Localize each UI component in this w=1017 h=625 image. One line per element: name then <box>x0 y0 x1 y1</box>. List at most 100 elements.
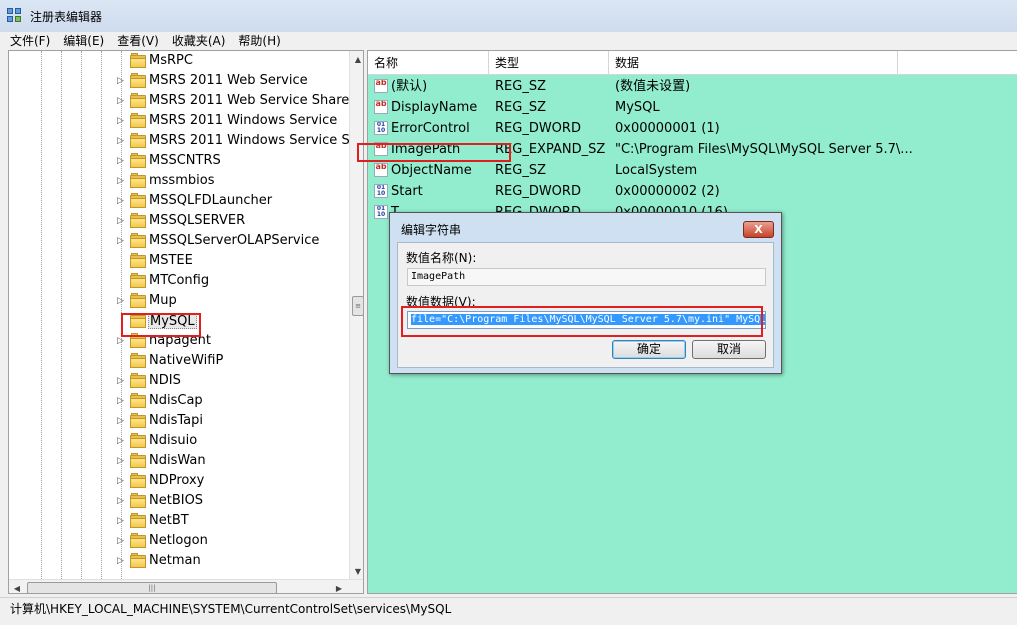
value-type: REG_SZ <box>495 100 546 115</box>
expand-arrow-icon[interactable]: ▷ <box>117 215 127 227</box>
tree-item[interactable]: ▷ Netlogon <box>9 531 349 551</box>
tree-item[interactable]: ▷ MSSQLServerOLAPService <box>9 231 349 251</box>
expand-arrow-icon[interactable]: ▷ <box>117 395 127 407</box>
tree-item[interactable]: ▷ Ndisuio <box>9 431 349 451</box>
cancel-button[interactable]: 取消 <box>692 340 766 359</box>
folder-icon <box>130 473 148 488</box>
tree-item[interactable]: ▷ NdisTapi <box>9 411 349 431</box>
expand-arrow-icon[interactable]: ▷ <box>117 115 127 127</box>
tree-item-label: mssmbios <box>149 173 215 188</box>
tree-item[interactable]: ▷ NetBIOS <box>9 491 349 511</box>
scroll-left-arrow-icon[interactable]: ◀ <box>9 580 25 593</box>
folder-icon <box>130 193 148 208</box>
tree-item-label: MSSQLFDLauncher <box>149 193 273 208</box>
expand-arrow-icon[interactable]: ▷ <box>117 415 127 427</box>
menu-favorites[interactable]: 收藏夹(A) <box>172 32 226 49</box>
folder-icon <box>130 413 148 428</box>
tree-item[interactable]: ▷ Netman <box>9 551 349 571</box>
tree-item[interactable]: ▷ NdisWan <box>9 451 349 471</box>
expand-arrow-icon[interactable]: ▷ <box>117 95 127 107</box>
tree-horizontal-scrollbar[interactable]: ◀ ||| ▶ <box>9 579 363 593</box>
tree-item-label: NDIS <box>149 373 181 388</box>
tree-item[interactable]: ▷ NDIS <box>9 371 349 391</box>
scroll-up-arrow-icon[interactable]: ▲ <box>350 51 363 67</box>
tree-item[interactable]: ▷ MSRS 2011 Windows Service Shar <box>9 131 363 151</box>
tree-item-label: NdisCap <box>149 393 203 408</box>
tree-item[interactable]: ▷ MSSQLSERVER <box>9 211 349 231</box>
ok-button[interactable]: 确定 <box>612 340 686 359</box>
tree-item[interactable]: ▷ MSRS 2011 Web Service <box>9 71 349 91</box>
expand-arrow-icon[interactable]: ▷ <box>117 475 127 487</box>
tree-item[interactable]: ▷ MSRS 2011 Web Service SharePoi <box>9 91 363 111</box>
expand-arrow-icon[interactable]: ▷ <box>117 455 127 467</box>
expand-arrow-icon[interactable]: ▷ <box>117 195 127 207</box>
value-name: ObjectName <box>391 163 472 178</box>
expand-arrow-icon[interactable]: ▷ <box>117 235 127 247</box>
tree-item-label: Netman <box>149 553 201 568</box>
registry-value-row[interactable]: ab ObjectName REG_SZ LocalSystem <box>368 160 1017 181</box>
column-header-name[interactable]: 名称 <box>368 51 489 75</box>
value-type: REG_SZ <box>495 163 546 178</box>
expand-arrow-icon[interactable]: ▷ <box>117 75 127 87</box>
tree-item-label: MSRS 2011 Web Service SharePoi <box>149 93 364 108</box>
tree-item[interactable]: NativeWifiP <box>9 351 349 371</box>
expand-arrow-icon[interactable]: ▷ <box>117 135 127 147</box>
tree-item[interactable]: ▷ MSSQLFDLauncher <box>9 191 349 211</box>
tree-item[interactable]: ▷ mssmbios <box>9 171 349 191</box>
tree-item-label: MSSCNTRS <box>149 153 221 168</box>
value-data: LocalSystem <box>615 163 698 178</box>
folder-icon <box>130 293 148 308</box>
scroll-right-arrow-icon[interactable]: ▶ <box>331 580 347 593</box>
list-header: 名称 类型 数据 <box>368 51 1017 75</box>
string-value-icon: ab <box>374 100 388 114</box>
vertical-scroll-thumb[interactable]: ≡ <box>352 296 363 316</box>
tree-item-label: Netlogon <box>149 533 208 548</box>
value-name: (默认) <box>391 79 428 94</box>
expand-arrow-icon[interactable]: ▷ <box>117 435 127 447</box>
registry-value-row[interactable]: 01 10 ErrorControl REG_DWORD 0x00000001 (1) <box>368 118 1017 139</box>
tree-item[interactable]: ▷ NdisCap <box>9 391 349 411</box>
expand-arrow-icon[interactable]: ▷ <box>117 175 127 187</box>
tree-item[interactable]: MsRPC <box>9 51 349 71</box>
folder-icon <box>130 393 148 408</box>
window-title: 注册表编辑器 <box>30 9 103 24</box>
expand-arrow-icon[interactable]: ▷ <box>117 295 127 307</box>
tree-vertical-scrollbar[interactable]: ▲ ≡ ▼ <box>349 51 363 579</box>
menu-view[interactable]: 查看(V) <box>117 32 159 49</box>
tree-item[interactable]: ▷ NetBT <box>9 511 349 531</box>
tree-item-label: NdisTapi <box>149 413 203 428</box>
value-type: REG_DWORD <box>495 121 581 136</box>
registry-editor-icon <box>6 7 24 25</box>
registry-value-row[interactable]: 01 10 Start REG_DWORD 0x00000002 (2) <box>368 181 1017 202</box>
expand-arrow-icon[interactable]: ▷ <box>117 375 127 387</box>
dialog-body: 数值名称(N): ImagePath 数值数据(V): file="C:\Pro… <box>397 242 774 368</box>
expand-arrow-icon[interactable]: ▷ <box>117 495 127 507</box>
column-header-data[interactable]: 数据 <box>609 51 898 75</box>
folder-icon <box>130 153 148 168</box>
scroll-down-arrow-icon[interactable]: ▼ <box>350 563 363 579</box>
tree-item[interactable]: MSTEE <box>9 251 349 271</box>
expand-arrow-icon[interactable]: ▷ <box>117 555 127 567</box>
expand-arrow-icon[interactable]: ▷ <box>117 535 127 547</box>
horizontal-scroll-thumb[interactable]: ||| <box>27 582 277 593</box>
column-header-type[interactable]: 类型 <box>489 51 609 75</box>
tree-item[interactable]: ▷ NDProxy <box>9 471 349 491</box>
folder-icon <box>130 93 148 108</box>
menu-edit[interactable]: 编辑(E) <box>63 32 104 49</box>
close-icon[interactable]: X <box>743 221 774 238</box>
menu-file[interactable]: 文件(F) <box>10 32 50 49</box>
expand-arrow-icon[interactable]: ▷ <box>117 515 127 527</box>
expand-arrow-icon[interactable]: ▷ <box>117 155 127 167</box>
menu-help[interactable]: 帮助(H) <box>238 32 280 49</box>
tree-item[interactable]: ▷ MSSCNTRS <box>9 151 349 171</box>
value-name: Start <box>391 184 423 199</box>
registry-value-row[interactable]: ab (默认) REG_SZ (数值未设置) <box>368 76 1017 97</box>
tree-item[interactable]: ▷ Mup <box>9 291 349 311</box>
tree-item[interactable]: ▷ MSRS 2011 Windows Service <box>9 111 349 131</box>
value-data: "C:\Program Files\MySQL\MySQL Server 5.7… <box>615 142 913 157</box>
registry-value-row[interactable]: ab DisplayName REG_SZ MySQL <box>368 97 1017 118</box>
tree-item[interactable]: MTConfig <box>9 271 349 291</box>
value-name-field: ImagePath <box>407 268 766 286</box>
folder-icon <box>130 133 148 148</box>
value-name: ErrorControl <box>391 121 470 136</box>
